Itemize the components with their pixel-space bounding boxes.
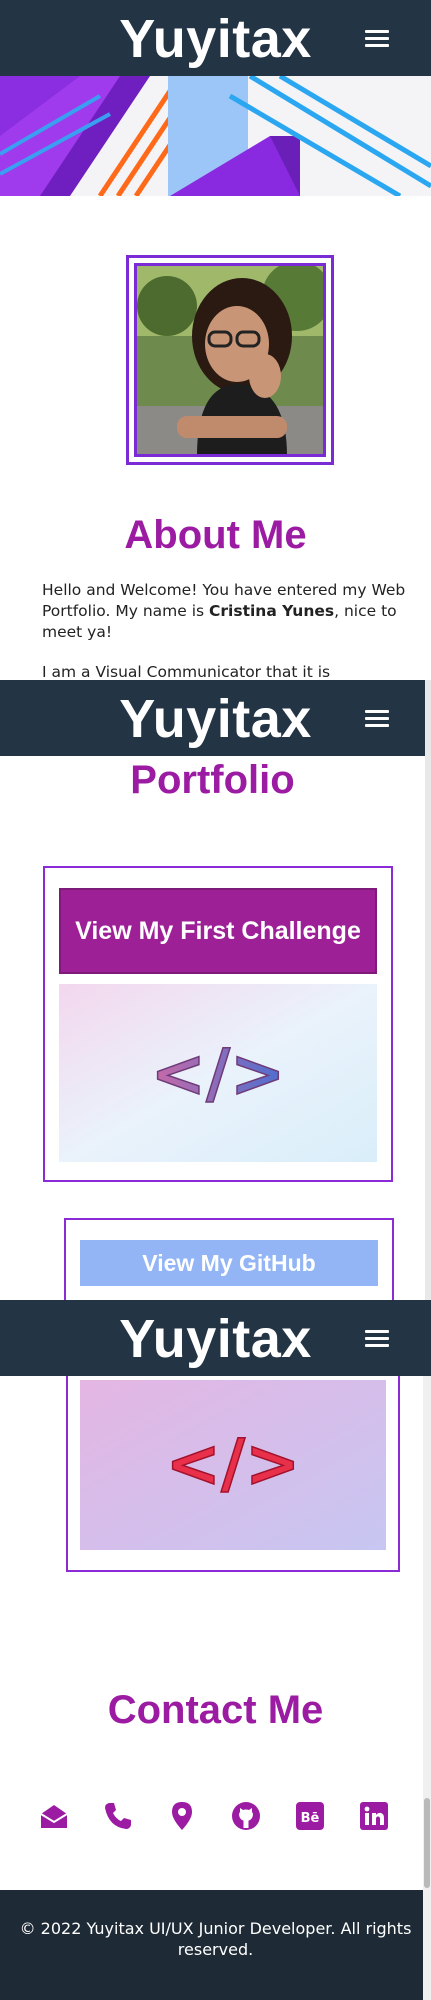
profile-photo [134, 263, 326, 457]
svg-text:</>: </> [151, 1035, 286, 1112]
scrollbar-thumb[interactable] [424, 1798, 430, 1888]
github-card: View My GitHub [64, 1218, 394, 1300]
about-title: About Me [124, 513, 307, 557]
view-first-challenge-button[interactable]: View My First Challenge [59, 888, 377, 974]
portfolio-title: Portfolio [130, 758, 295, 802]
navbar: Yuyitax [0, 1300, 431, 1376]
linkedin-icon[interactable] [358, 1800, 390, 1832]
github-code-image[interactable]: </> [80, 1380, 386, 1550]
phone-icon[interactable] [102, 1800, 134, 1832]
screen-portfolio: Yuyitax Portfolio View My First Challeng… [0, 680, 431, 1300]
screen-about: Yuyitax About Me Hello and Welcome! You … [0, 0, 431, 680]
footer: © 2022 Yuyitax UI/UX Junior Developer. A… [0, 1890, 431, 2000]
about-name: Cristina Yunes [209, 602, 335, 620]
about-paragraph: I am a Visual Communicator that it is pa… [42, 663, 331, 680]
navbar: Yuyitax [0, 0, 431, 76]
profile-photo-frame [126, 255, 334, 465]
behance-icon[interactable]: Bē [294, 1800, 326, 1832]
code-brackets-image: </> [59, 984, 377, 1162]
location-icon[interactable] [166, 1800, 198, 1832]
navbar: Yuyitax [0, 680, 425, 756]
hamburger-menu-icon[interactable] [365, 710, 389, 728]
hamburger-menu-icon[interactable] [365, 1330, 389, 1348]
scrollbar[interactable] [423, 1300, 431, 2000]
github-icon[interactable] [230, 1800, 262, 1832]
view-github-button[interactable]: View My GitHub [80, 1240, 378, 1286]
about-intro-text: Hello and Welcome! You have entered my W… [42, 581, 406, 641]
hamburger-menu-icon[interactable] [365, 30, 389, 48]
svg-text:</>: </> [166, 1425, 301, 1502]
email-icon[interactable] [38, 1800, 70, 1832]
footer-copyright: © 2022 Yuyitax UI/UX Junior Developer. A… [19, 1919, 412, 1959]
svg-text:Bē: Bē [301, 1811, 320, 1826]
hero-banner [0, 76, 431, 196]
contact-title: Contact Me [107, 1688, 324, 1732]
screen-contact: Yuyitax </> Contact Me Bē © 2022 Yuyitax… [0, 1300, 431, 2000]
first-challenge-card: View My First Challenge </> [43, 866, 393, 1182]
contact-icons: Bē [38, 1800, 411, 1832]
